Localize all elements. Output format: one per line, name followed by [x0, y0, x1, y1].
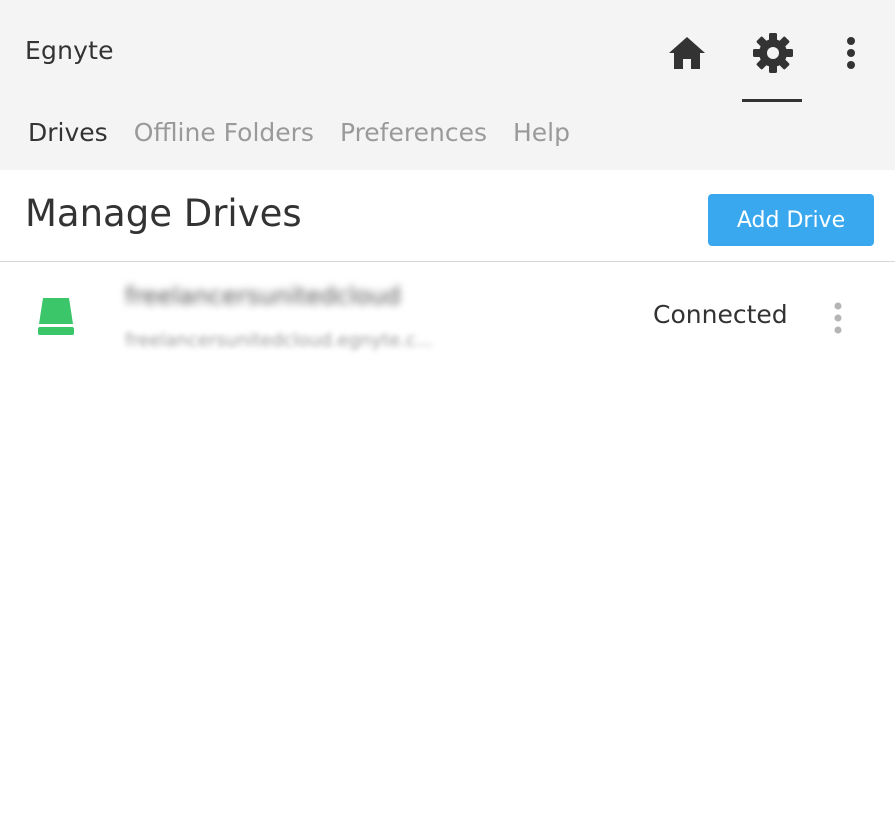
- home-button[interactable]: [662, 28, 712, 78]
- drive-status: Connected: [653, 300, 788, 329]
- gear-icon: [753, 33, 793, 73]
- drive-name: freelancersunitedcloud: [125, 282, 401, 310]
- tab-help[interactable]: Help: [513, 118, 570, 147]
- title-row: Manage Drives Add Drive: [0, 170, 895, 262]
- tab-preferences[interactable]: Preferences: [340, 118, 487, 147]
- tab-offline-folders[interactable]: Offline Folders: [134, 118, 314, 147]
- add-drive-button[interactable]: Add Drive: [708, 194, 874, 246]
- tab-drives[interactable]: Drives: [28, 118, 108, 147]
- more-vertical-icon: [847, 37, 855, 69]
- app-header: Egnyte Drives Offline Folders Preference…: [0, 0, 895, 170]
- more-vertical-icon: [834, 302, 842, 334]
- app-title: Egnyte: [25, 36, 114, 65]
- drive-list-item[interactable]: freelancersunitedcloud freelancersunited…: [0, 262, 895, 362]
- tab-bar: Drives Offline Folders Preferences Help: [28, 118, 570, 147]
- page-title: Manage Drives: [25, 192, 302, 235]
- drive-url: freelancersunitedcloud.egnyte.c...: [125, 330, 433, 351]
- drive-icon: [38, 298, 74, 335]
- active-tab-indicator: [742, 99, 802, 102]
- home-icon: [669, 37, 705, 69]
- settings-button[interactable]: [747, 28, 799, 78]
- drive-more-button[interactable]: [824, 298, 852, 338]
- more-menu-button[interactable]: [836, 30, 866, 76]
